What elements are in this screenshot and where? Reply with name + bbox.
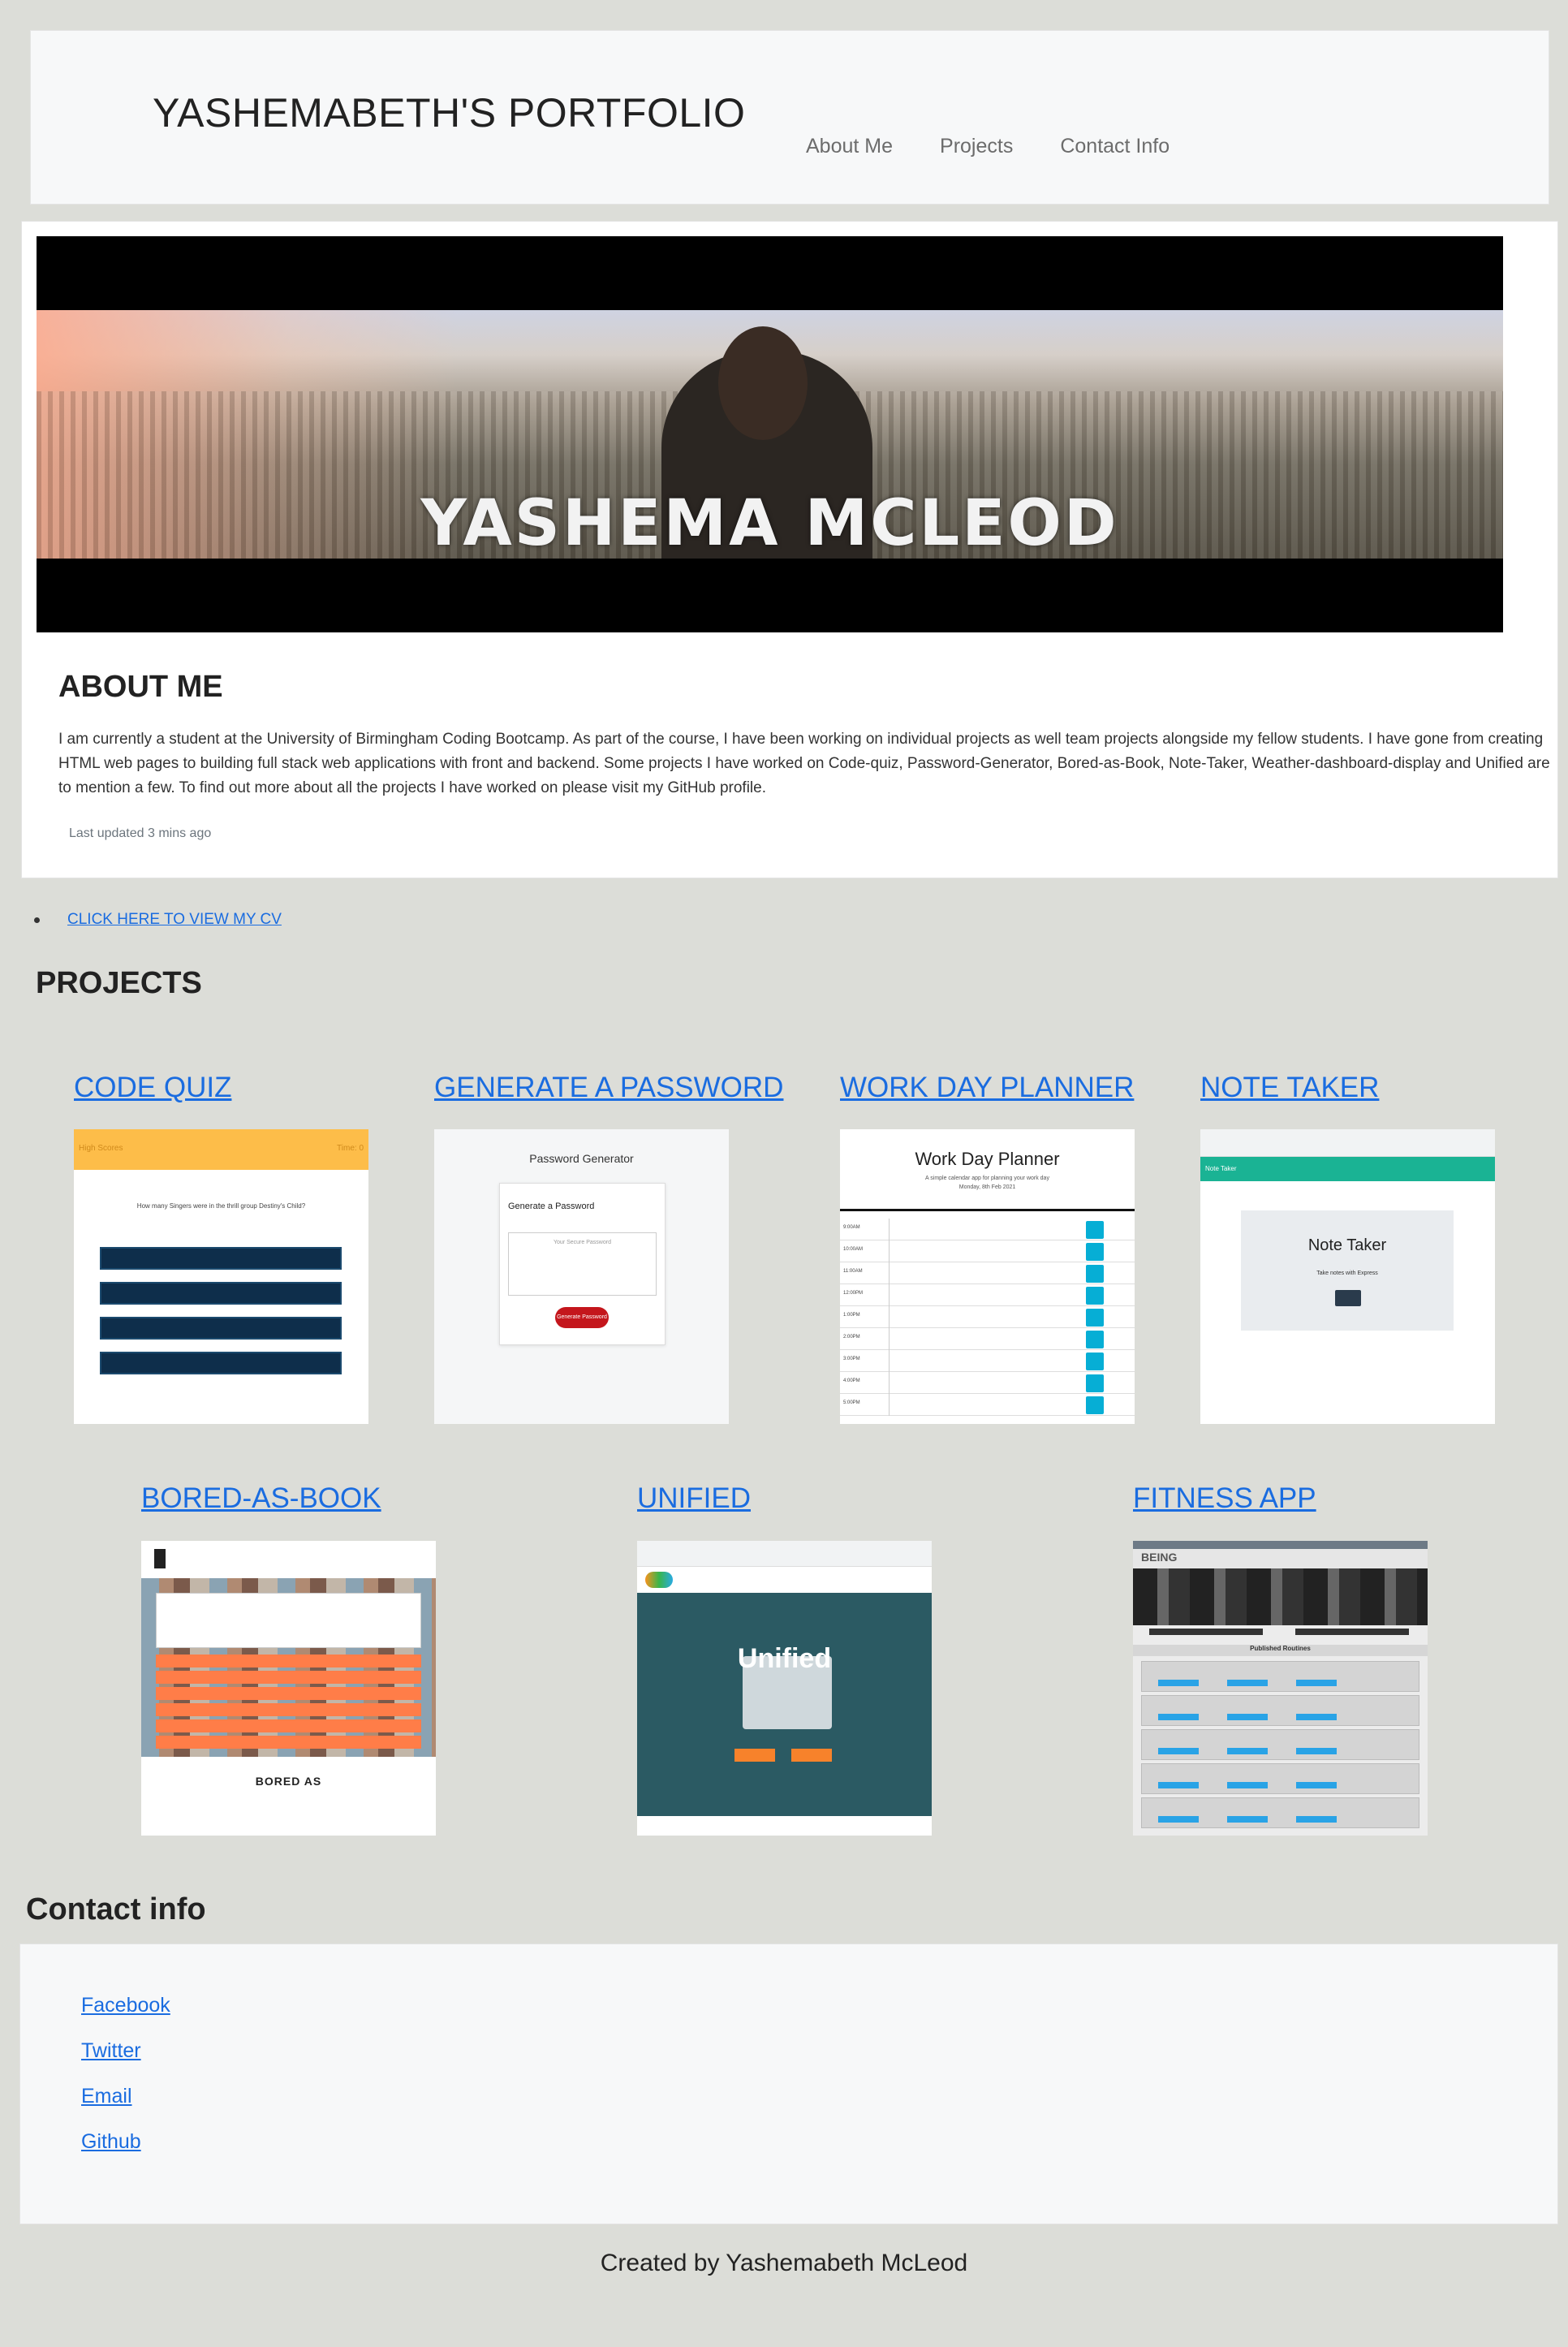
nav-link-contact[interactable]: Contact Info — [1060, 135, 1170, 158]
last-updated: Last updated 3 mins ago — [69, 826, 212, 840]
twitter-link[interactable]: Twitter — [81, 2039, 141, 2063]
brand-title[interactable]: YASHEMABETH'S PORTFOLIO — [153, 89, 745, 136]
banner-photo: YASHEMA MCLEOD — [37, 310, 1503, 559]
project-thumbnail-password[interactable]: Password Generator Generate a Password Y… — [434, 1129, 729, 1424]
email-link[interactable]: Email — [81, 2085, 132, 2108]
project-link[interactable]: GENERATE A PASSWORD — [434, 1072, 783, 1103]
nav-link-about[interactable]: About Me — [806, 135, 893, 158]
project-thumbnail-planner[interactable]: Work Day Planner A simple calendar app f… — [840, 1129, 1135, 1424]
project-thumbnail-bored-as-book[interactable]: BORED AS — [141, 1541, 436, 1836]
github-link[interactable]: Github — [81, 2130, 141, 2154]
project-thumbnail-fitness[interactable]: BEING Published Routines — [1133, 1541, 1428, 1836]
project-link[interactable]: FITNESS APP — [1133, 1482, 1316, 1514]
project-card-note-taker: NOTE TAKER — [1200, 1072, 1379, 1104]
project-card-planner: WORK DAY PLANNER — [840, 1072, 1134, 1104]
project-card-fitness: FITNESS APP — [1133, 1482, 1316, 1515]
about-card: YASHEMA MCLEOD ABOUT ME I am currently a… — [21, 221, 1558, 878]
banner-image: YASHEMA MCLEOD — [37, 236, 1503, 632]
about-title: ABOUT ME — [58, 670, 223, 704]
project-link[interactable]: CODE QUIZ — [74, 1072, 231, 1103]
bullet-icon — [34, 917, 40, 923]
footer-credit: Created by Yashemabeth McLeod — [600, 2250, 968, 2276]
nav-link-projects[interactable]: Projects — [940, 135, 1013, 158]
projects-title: PROJECTS — [36, 966, 202, 1000]
contact-title: Contact info — [26, 1892, 206, 1926]
project-card-code-quiz: CODE QUIZ — [74, 1072, 231, 1104]
about-text: I am currently a student at the Universi… — [58, 731, 1550, 796]
cv-list-item: CLICK HERE TO VIEW MY CV — [34, 911, 282, 929]
project-link[interactable]: WORK DAY PLANNER — [840, 1072, 1134, 1103]
project-thumbnail-code-quiz[interactable]: High Scores Time: 0 How many Singers were… — [74, 1129, 368, 1424]
cv-link[interactable]: CLICK HERE TO VIEW MY CV — [67, 911, 282, 929]
navbar: YASHEMABETH'S PORTFOLIO About Me Project… — [30, 30, 1549, 205]
project-link[interactable]: NOTE TAKER — [1200, 1072, 1379, 1103]
project-link[interactable]: BORED-AS-BOOK — [141, 1482, 381, 1514]
unified-logo-icon — [645, 1572, 673, 1588]
logo-icon — [154, 1549, 166, 1568]
project-thumbnail-unified[interactable]: Unified — [637, 1541, 932, 1836]
nav-links: About Me Projects Contact Info — [806, 135, 1217, 158]
project-card-bored-as-book: BORED-AS-BOOK — [141, 1482, 381, 1515]
project-thumbnail-note-taker[interactable]: Note Taker Note Taker Take notes with Ex… — [1200, 1129, 1495, 1424]
project-card-password: GENERATE A PASSWORD — [434, 1072, 783, 1104]
contact-card: Facebook Twitter Email Github — [19, 1944, 1558, 2224]
project-card-unified: UNIFIED — [637, 1482, 751, 1515]
facebook-link[interactable]: Facebook — [81, 1994, 170, 2017]
banner-name: YASHEMA MCLEOD — [420, 487, 1119, 559]
project-link[interactable]: UNIFIED — [637, 1482, 751, 1514]
